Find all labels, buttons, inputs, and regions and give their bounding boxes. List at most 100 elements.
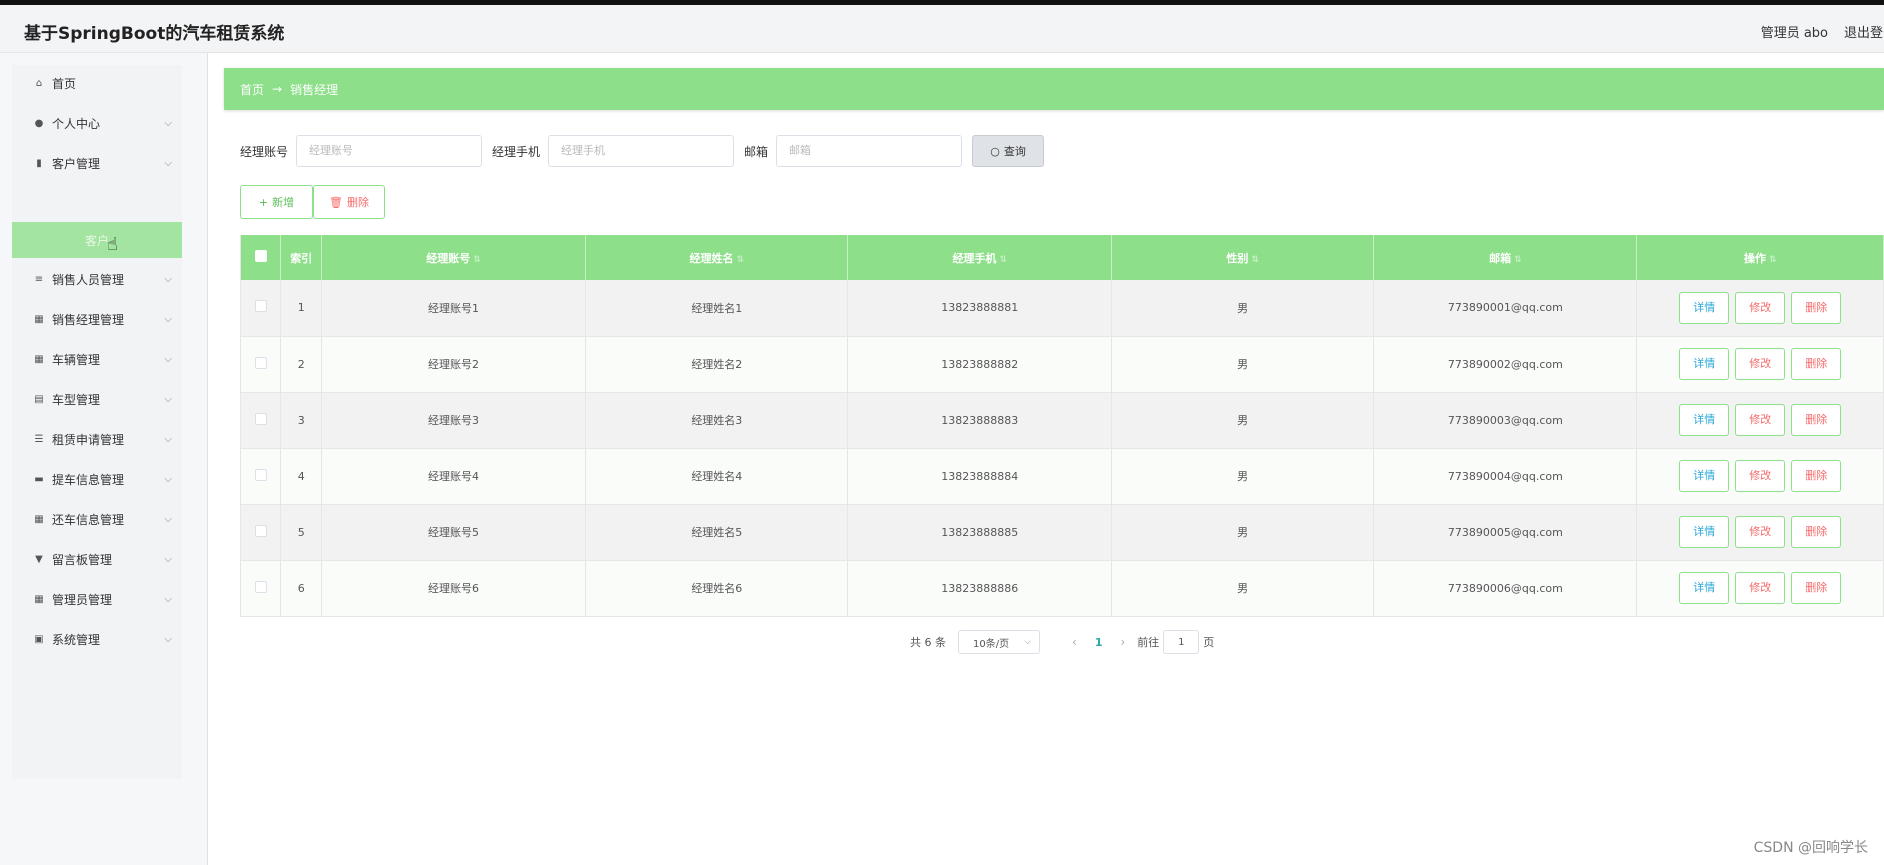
header-account-label: 经理账号	[426, 251, 471, 265]
header-gender[interactable]: 性别 ⇅	[1111, 235, 1375, 280]
sidebar-item-pickup-info[interactable]: ▬ 提车信息管理 ⌵	[12, 461, 182, 497]
sort-icon[interactable]: ⇅	[1251, 255, 1259, 265]
watermark: CSDN @回响学长	[1753, 840, 1868, 856]
delete-button[interactable]: 删除	[1791, 460, 1842, 492]
sidebar-item-sales-managers[interactable]: ▦ 销售经理管理 ⌵	[12, 301, 182, 337]
page-size-value: 10条/页	[973, 638, 1010, 650]
sidebar-item-message-board[interactable]: ▼ 留言板管理 ⌵	[12, 541, 182, 577]
table-header-row: 索引 经理账号 ⇅ 经理姓名 ⇅ 经理手机 ⇅ 性别 ⇅ 邮箱 ⇅ 操作 ⇅	[239, 235, 1884, 280]
add-button[interactable]: + 新增	[240, 185, 313, 219]
cell-name: 经理姓名6	[585, 560, 849, 617]
sidebar-item-customers[interactable]: ▮ 客户管理 ⌵	[12, 145, 182, 181]
chevron-down-icon: ⌵	[164, 117, 172, 129]
header-gender-label: 性别	[1226, 251, 1249, 265]
sidebar-item-administrators[interactable]: ▦ 管理员管理 ⌵	[12, 581, 182, 617]
chevron-down-icon: ⌵	[164, 513, 172, 525]
plus-icon: +	[258, 195, 269, 209]
header-phone[interactable]: 经理手机 ⇅	[847, 235, 1112, 280]
action-bar: + 新增 🗑 删除	[240, 185, 385, 219]
cell-gender: 男	[1111, 504, 1375, 561]
page-size-select[interactable]: 10条/页 ⌵	[958, 630, 1040, 654]
row-checkbox[interactable]	[254, 524, 267, 537]
cell-phone: 13823888886	[847, 560, 1112, 617]
chevron-down-icon: ⌵	[164, 273, 172, 285]
sort-icon[interactable]: ⇅	[473, 255, 481, 265]
cell-email: 773890002@qq.com	[1373, 336, 1638, 393]
table-row: 2 经理账号2 经理姓名2 13823888882 男 773890002@qq…	[239, 336, 1884, 393]
grid-icon: ▦	[34, 513, 44, 525]
prev-page-icon[interactable]: ‹	[1072, 635, 1077, 649]
delete-button[interactable]: 删除	[1791, 291, 1842, 324]
cell-ops: 详情 修改 删除	[1636, 560, 1884, 617]
email-search-input[interactable]	[776, 135, 963, 167]
edit-button[interactable]: 修改	[1735, 460, 1786, 492]
breadcrumb-home[interactable]: 首页	[240, 81, 264, 98]
sidebar-item-system[interactable]: ▣ 系统管理 ⌵	[12, 621, 182, 657]
delete-button[interactable]: 删除	[1791, 516, 1842, 548]
sidebar-subitem-customers[interactable]: 客户	[12, 222, 182, 258]
phone-search-input[interactable]	[548, 135, 735, 167]
sidebar-item-vehicles[interactable]: ▦ 车辆管理 ⌵	[12, 341, 182, 377]
next-page-icon[interactable]: ›	[1120, 635, 1125, 649]
cell-account: 经理账号5	[321, 504, 587, 561]
page-number-current[interactable]: 1	[1095, 636, 1103, 649]
row-checkbox[interactable]	[254, 356, 267, 369]
sidebar-item-sales-staff[interactable]: ≡ 销售人员管理 ⌵	[12, 261, 182, 297]
select-all-checkbox[interactable]	[254, 250, 267, 262]
goto-prefix: 前往	[1137, 636, 1160, 649]
header-name[interactable]: 经理姓名 ⇅	[585, 235, 849, 280]
sort-icon[interactable]: ⇅	[999, 255, 1007, 265]
cell-index: 2	[280, 336, 322, 393]
sidebar-item-vehicle-types[interactable]: ▤ 车型管理 ⌵	[12, 381, 182, 417]
detail-button[interactable]: 详情	[1679, 348, 1730, 380]
sort-icon[interactable]: ⇅	[737, 255, 745, 265]
delete-button[interactable]: 删除	[1791, 572, 1842, 604]
edit-button[interactable]: 修改	[1735, 291, 1786, 324]
manager-table: 索引 经理账号 ⇅ 经理姓名 ⇅ 经理手机 ⇅ 性别 ⇅ 邮箱 ⇅ 操作 ⇅ 1 经理账号1…	[239, 235, 1884, 617]
edit-button[interactable]: 修改	[1735, 348, 1786, 380]
sidebar-item-rental-applications[interactable]: ☰ 租赁申请管理 ⌵	[12, 421, 182, 457]
edit-button[interactable]: 修改	[1735, 572, 1786, 604]
account-label: 经理账号	[240, 144, 289, 159]
cell-account: 经理账号6	[321, 560, 587, 617]
header-email[interactable]: 邮箱 ⇅	[1373, 235, 1638, 280]
pagination: 共 6 条 10条/页 ⌵ ‹ 1 › 前往 1 页	[910, 630, 1214, 654]
cell-ops: 详情 修改 删除	[1636, 504, 1884, 561]
row-checkbox[interactable]	[254, 412, 267, 425]
sidebar-item-label: 租赁申请管理	[52, 432, 125, 447]
row-checkbox[interactable]	[254, 580, 267, 593]
sidebar-item-return-info[interactable]: ▦ 还车信息管理 ⌵	[12, 501, 182, 537]
detail-button[interactable]: 详情	[1679, 404, 1730, 436]
delete-button[interactable]: 删除	[1791, 404, 1842, 436]
cell-name: 经理姓名3	[585, 392, 849, 449]
cell-ops: 详情 修改 删除	[1636, 448, 1884, 505]
edit-button[interactable]: 修改	[1735, 404, 1786, 436]
detail-button[interactable]: 详情	[1679, 572, 1730, 604]
sidebar-item-label: 系统管理	[52, 632, 101, 647]
delete-button[interactable]: 删除	[1791, 348, 1842, 380]
chevron-down-icon: ⌵	[164, 353, 172, 365]
header-account[interactable]: 经理账号 ⇅	[321, 235, 587, 280]
cell-ops: 详情 修改 删除	[1636, 280, 1884, 337]
chevron-down-icon: ⌵	[164, 633, 172, 645]
sidebar-item-personal-center[interactable]: ● 个人中心 ⌵	[12, 105, 182, 141]
batch-delete-button[interactable]: 🗑 删除	[313, 185, 385, 219]
sidebar-item-home[interactable]: ⌂ 首页	[12, 65, 182, 101]
edit-button[interactable]: 修改	[1735, 516, 1786, 548]
chevron-down-icon: ⌵	[164, 473, 172, 485]
detail-button[interactable]: 详情	[1679, 291, 1730, 324]
table-icon: ▤	[34, 393, 44, 405]
goto-suffix: 页	[1203, 636, 1215, 649]
grid-icon: ▦	[34, 313, 44, 325]
app-title: 基于SpringBoot的汽车租赁系统	[24, 24, 285, 44]
logout-link[interactable]: 退出登录	[1844, 22, 1884, 41]
detail-button[interactable]: 详情	[1679, 516, 1730, 548]
grid-icon: ▦	[34, 353, 44, 365]
detail-button[interactable]: 详情	[1679, 460, 1730, 492]
goto-page-input[interactable]: 1	[1163, 630, 1200, 654]
row-checkbox[interactable]	[254, 468, 267, 481]
account-search-input[interactable]	[296, 135, 483, 167]
sort-icon[interactable]: ⇅	[1514, 255, 1522, 265]
row-checkbox[interactable]	[254, 300, 267, 313]
query-button[interactable]: ○ 查询	[972, 135, 1045, 167]
